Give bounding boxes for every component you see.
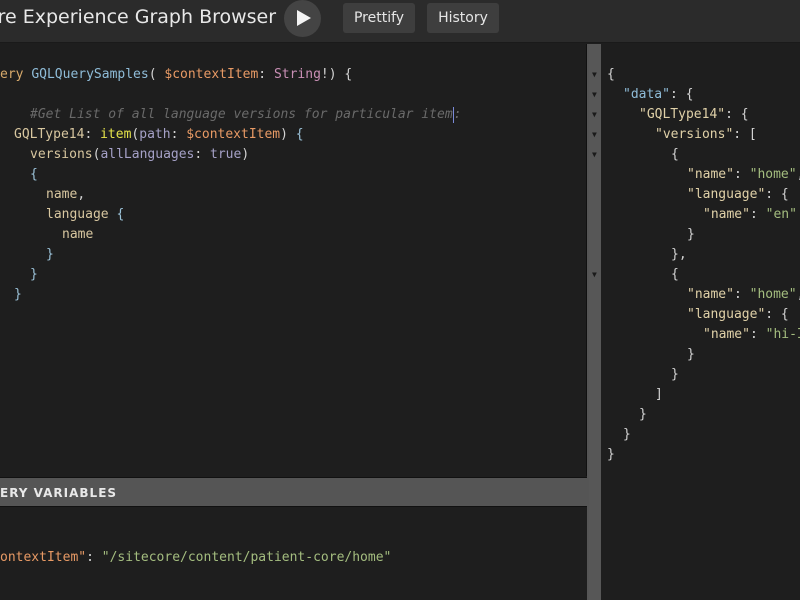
arg-all-languages: allLanguages — [100, 147, 195, 162]
inner-name-line: name — [62, 225, 93, 245]
result-brace: } — [639, 407, 647, 422]
result-viewer: { "data": { "GQLType14": { "versions": [… — [601, 44, 800, 600]
toolbar: ore Experience Graph Browser Prettify Hi… — [0, 0, 800, 43]
type-name: String — [273, 67, 321, 82]
variable-line: ontextItem": "/sitecore/content/patient-… — [0, 550, 392, 565]
result-brace: } — [687, 227, 695, 242]
result-language-line: "language": { — [687, 307, 789, 322]
result-name-line: "name": "home", — [687, 287, 800, 302]
comment: #Get List of all language versions for p… — [30, 107, 453, 122]
comment-line: #Get List of all language versions for p… — [30, 105, 461, 125]
language-line: language { — [46, 207, 125, 222]
paren-open: ( — [148, 67, 165, 82]
result-brace: } — [687, 347, 695, 362]
lang-name-key: "name" — [703, 327, 750, 342]
result-data-line: "data": { — [623, 87, 694, 102]
name-line: name, — [46, 187, 86, 202]
arg-var: $contextItem — [186, 127, 281, 142]
variable-def: $contextItem — [164, 67, 259, 82]
fold-arrow-icon[interactable]: ▼ — [592, 270, 600, 279]
play-icon — [297, 10, 311, 26]
field-inner-name: name — [62, 227, 94, 242]
brace-open: { — [30, 167, 38, 182]
lang-name-key: "name" — [703, 207, 750, 222]
comment-tail: : — [453, 107, 462, 122]
result-brace: } — [671, 367, 679, 382]
arg-value: true — [210, 147, 242, 162]
app-title: ore Experience Graph Browser — [0, 6, 277, 28]
result-brace: { — [671, 147, 679, 162]
fold-arrow-icon[interactable]: ▼ — [592, 90, 600, 99]
query-variables-header[interactable]: ERY VARIABLES — [0, 477, 587, 507]
field-versions: versions — [30, 147, 93, 162]
query-editor[interactable]: ery GQLQuerySamples( $contextItem: Strin… — [0, 44, 587, 476]
query-keyword: ery — [0, 67, 24, 82]
brace-close: } — [14, 287, 22, 302]
fold-arrow-icon[interactable]: ▼ — [592, 70, 600, 79]
name-value: "home" — [749, 287, 797, 302]
lang-name-value: "hi-I — [765, 327, 800, 342]
result-name-line: "name": "home", — [687, 167, 800, 182]
brace-close: } — [30, 267, 38, 282]
run-query-button[interactable] — [284, 0, 321, 37]
result-language-line: "language": { — [687, 187, 789, 202]
name-key: "name" — [687, 287, 734, 302]
colon: : — [258, 67, 274, 82]
field-item: item — [100, 127, 132, 142]
fold-arrow-icon[interactable]: ▼ — [592, 130, 600, 139]
language-key: "language" — [687, 307, 766, 322]
fold-arrow-icon[interactable]: ▼ — [592, 110, 600, 119]
result-brace: } — [623, 427, 631, 442]
result-gutter — [589, 44, 601, 600]
result-lang-name-line: "name": "en" — [703, 207, 797, 222]
variable-value: "/sitecore/content/patient-core/home" — [101, 550, 392, 565]
versions-key: "versions" — [655, 127, 734, 142]
data-key: "data" — [623, 87, 670, 102]
query-line-1: ery GQLQuerySamples( $contextItem: Strin… — [0, 65, 352, 85]
language-key: "language" — [687, 187, 766, 202]
field-name: name — [46, 187, 78, 202]
name-value: "home" — [749, 167, 797, 182]
brace-close: } — [46, 247, 54, 262]
result-lang-name-line: "name": "hi-I — [703, 325, 800, 345]
variable-key: ontextItem — [0, 550, 79, 565]
name-key: "name" — [687, 167, 734, 182]
alias-key: "GQLType14" — [639, 107, 726, 122]
result-brace: } — [607, 447, 615, 462]
result-bracket: ] — [655, 387, 663, 402]
result-alias-line: "GQLType14": { — [639, 107, 749, 122]
result-brace: { — [607, 67, 615, 82]
prettify-button[interactable]: Prettify — [343, 3, 415, 33]
versions-line: versions(allLanguages: true) — [30, 147, 250, 162]
query-name: GQLQuerySamples — [31, 67, 149, 82]
result-versions-line: "versions": [ — [655, 127, 757, 142]
arg-path: path — [139, 127, 171, 142]
history-button[interactable]: History — [427, 3, 499, 33]
result-brace: }, — [671, 247, 687, 262]
result-brace: { — [671, 267, 679, 282]
paren-close: !) { — [320, 67, 353, 82]
fold-arrow-icon[interactable]: ▼ — [592, 150, 600, 159]
alias: GQLType14 — [14, 127, 85, 142]
field-language: language — [46, 207, 109, 222]
variables-editor[interactable]: ontextItem": "/sitecore/content/patient-… — [0, 507, 587, 600]
lang-name-value: "en" — [765, 207, 797, 222]
alias-line: GQLType14: item(path: $contextItem) { — [14, 127, 304, 142]
